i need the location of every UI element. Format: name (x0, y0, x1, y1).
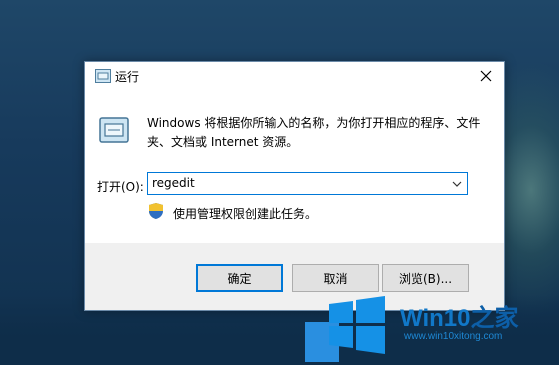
title-bar[interactable]: 运行 (85, 62, 504, 90)
close-button[interactable] (468, 62, 504, 90)
taskbar-tile[interactable] (305, 322, 339, 362)
open-combobox[interactable]: regedit (147, 172, 468, 195)
browse-button[interactable]: 浏览(B)... (382, 264, 469, 292)
dialog-description: Windows 将根据你所输入的名称，为你打开相应的程序、文件夹、文档或 Int… (147, 116, 481, 149)
shield-icon (149, 203, 163, 219)
button-bar: 确定 取消 浏览(B)... (85, 243, 504, 310)
cancel-button[interactable]: 取消 (292, 264, 379, 292)
chevron-down-icon[interactable] (451, 178, 463, 190)
run-program-icon (99, 117, 129, 143)
ok-button[interactable]: 确定 (196, 264, 283, 292)
run-icon (95, 69, 111, 83)
dialog-title: 运行 (115, 70, 140, 84)
open-input-value[interactable]: regedit (152, 176, 195, 190)
close-icon (480, 70, 492, 82)
open-label: 打开(O): (97, 180, 144, 194)
run-dialog: 运行 Windows 将根据你所输入的名称，为你打开相应的程序、文件夹、文档或 … (84, 61, 505, 311)
admin-note: 使用管理权限创建此任务。 (173, 207, 318, 221)
